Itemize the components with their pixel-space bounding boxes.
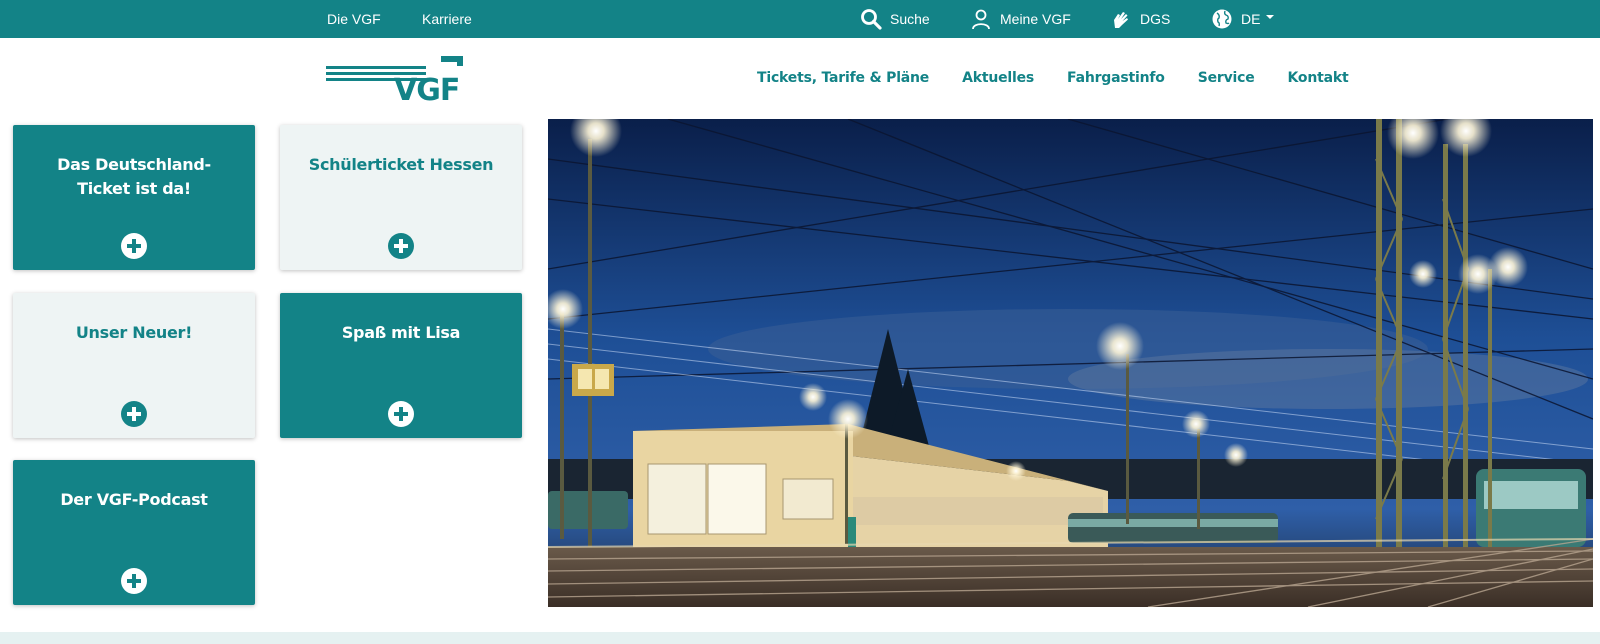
dgs-label: DGS — [1140, 11, 1171, 27]
tile-title: Das Deutschland-Ticket ist da! — [57, 155, 211, 198]
top-utility-bar: Die VGF Karriere Suche Meine VGF DGS DE — [0, 0, 1600, 38]
tile-deutschland-ticket[interactable]: Das Deutschland-Ticket ist da! — [13, 125, 255, 270]
nav-fahrgastinfo[interactable]: Fahrgastinfo — [1067, 70, 1165, 86]
nav-service[interactable]: Service — [1198, 70, 1255, 86]
tile-title: Unser Neuer! — [75, 323, 193, 342]
nav-tickets[interactable]: Tickets, Tarife & Pläne — [757, 70, 929, 86]
account-button[interactable]: Meine VGF — [970, 0, 1071, 38]
vgf-logo-graphic: VGF — [326, 56, 463, 108]
tile-unser-neuer[interactable]: Unser Neuer! — [13, 293, 255, 438]
tile-title: Schülerticket Hessen — [308, 155, 494, 174]
nav-aktuelles[interactable]: Aktuelles — [962, 70, 1034, 86]
search-label: Suche — [890, 11, 930, 27]
vgf-logo[interactable]: VGF — [326, 54, 466, 108]
site-header: VGF Tickets, Tarife & Pläne Aktuelles Fa… — [0, 38, 1600, 118]
bottom-band — [0, 632, 1600, 644]
tile-title: Spaß mit Lisa — [341, 323, 461, 342]
caret-down-icon — [1266, 15, 1275, 19]
account-label: Meine VGF — [1000, 11, 1071, 27]
plus-circle-icon — [388, 401, 414, 427]
hero-image — [548, 119, 1593, 607]
search-button[interactable]: Suche — [860, 0, 930, 38]
plus-circle-icon — [388, 233, 414, 259]
search-icon — [860, 8, 882, 30]
nav-kontakt[interactable]: Kontakt — [1288, 70, 1349, 86]
tile-title: Der VGF-Podcast — [60, 490, 208, 509]
language-selector[interactable]: DE — [1211, 0, 1275, 38]
sign-language-icon — [1110, 8, 1132, 30]
plus-circle-icon — [121, 401, 147, 427]
tile-schuelerticket[interactable]: Schülerticket Hessen — [280, 125, 522, 270]
svg-text:VGF: VGF — [394, 73, 459, 102]
main-navigation: Tickets, Tarife & Pläne Aktuelles Fahrga… — [757, 38, 1349, 118]
tile-vgf-podcast[interactable]: Der VGF-Podcast — [13, 460, 255, 605]
tile-spass-mit-lisa[interactable]: Spaß mit Lisa — [280, 293, 522, 438]
globe-icon — [1211, 8, 1233, 30]
plus-circle-icon — [121, 233, 147, 259]
dgs-button[interactable]: DGS — [1110, 0, 1170, 38]
hero-depot-illustration — [548, 119, 1593, 607]
language-label: DE — [1241, 11, 1261, 27]
topbar-link-karriere[interactable]: Karriere — [422, 0, 472, 38]
plus-circle-icon — [121, 568, 147, 594]
user-icon — [970, 8, 992, 30]
topbar-link-die-vgf[interactable]: Die VGF — [327, 0, 381, 38]
